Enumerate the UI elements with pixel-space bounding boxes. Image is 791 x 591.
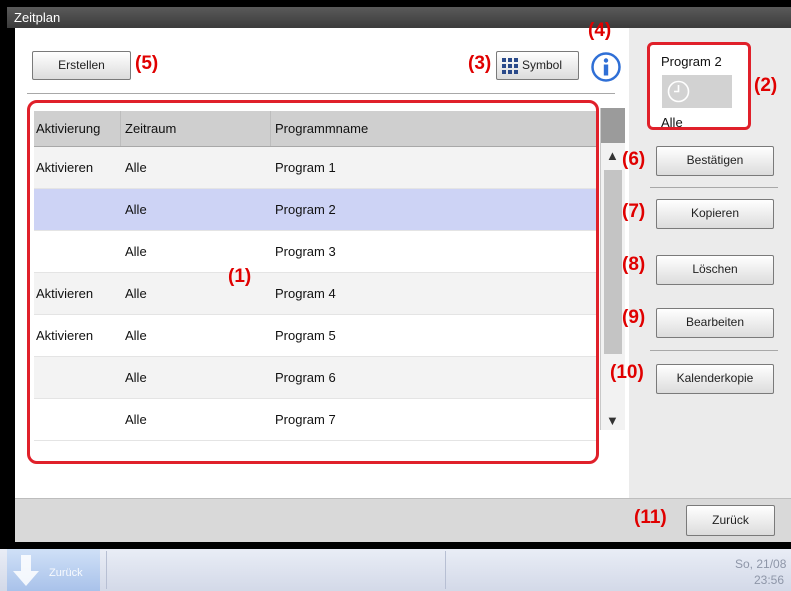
callout-2: (2)	[754, 75, 778, 96]
callout-7: (7)	[622, 201, 646, 222]
button-divider	[650, 350, 778, 351]
callout-6: (6)	[622, 149, 646, 170]
grid-icon	[502, 58, 518, 74]
row-activation: Aktivieren	[36, 328, 94, 343]
symbol-button[interactable]: Symbol	[496, 51, 579, 80]
row-period: Alle	[125, 370, 147, 385]
column-divider	[270, 111, 271, 146]
row-period: Alle	[125, 286, 147, 301]
table-header: Aktivierung Zeitraum Programmname	[34, 111, 596, 147]
row-activation: Aktivieren	[36, 286, 94, 301]
table-row[interactable]: Alle Program 6	[34, 357, 596, 399]
window-title: Zeitplan	[14, 10, 61, 25]
column-header-name: Programmname	[275, 121, 369, 136]
row-period: Alle	[125, 412, 147, 427]
callout-9: (9)	[622, 307, 646, 328]
edit-button[interactable]: Bearbeiten	[656, 308, 774, 338]
selected-program-info: Program 2 Alle	[647, 42, 751, 130]
taskbar-divider	[445, 551, 446, 589]
system-taskbar	[0, 549, 791, 591]
callout-1: (1)	[228, 266, 252, 287]
row-period: Alle	[125, 244, 147, 259]
row-name: Program 3	[275, 244, 336, 259]
program-icon-box	[662, 75, 732, 108]
scroll-down-icon[interactable]: ▼	[606, 413, 619, 428]
symbol-label: Symbol	[522, 58, 563, 72]
taskbar-divider	[106, 551, 107, 589]
table-row[interactable]: Aktivieren Alle Program 1	[34, 147, 596, 189]
callout-3: (3)	[468, 53, 492, 74]
callout-10: (10)	[610, 362, 644, 383]
callout-8: (8)	[622, 254, 646, 275]
table-row[interactable]: Alle Program 7	[34, 399, 596, 441]
scroll-up-icon[interactable]: ▲	[606, 148, 619, 163]
toolbar-divider	[27, 93, 615, 94]
table-row[interactable]: Aktivieren Alle Program 5	[34, 315, 596, 357]
taskbar-date: So, 21/08	[735, 557, 787, 571]
clock-icon	[667, 80, 690, 103]
scrollbar-header-cap	[601, 108, 625, 143]
program-table-highlight: Aktivierung Zeitraum Programmname Aktivi…	[27, 100, 599, 464]
taskbar-back-label: Zurück	[49, 567, 83, 579]
scrollbar-thumb[interactable]	[604, 170, 622, 354]
row-period: Alle	[125, 202, 147, 217]
table-row[interactable]: Aktivieren Alle Program 4	[34, 273, 596, 315]
column-divider	[120, 111, 121, 146]
back-button[interactable]: Zurück	[686, 505, 775, 536]
row-period: Alle	[125, 328, 147, 343]
delete-button[interactable]: Löschen	[656, 255, 774, 285]
info-program-name: Program 2	[661, 54, 722, 69]
bottom-bar	[15, 498, 791, 542]
row-activation: Aktivieren	[36, 160, 94, 175]
info-period: Alle	[661, 115, 683, 130]
callout-5: (5)	[135, 53, 159, 74]
taskbar-back-button[interactable]: Zurück	[7, 549, 100, 591]
taskbar-time: 23:56	[754, 573, 785, 587]
program-table: Aktivierung Zeitraum Programmname Aktivi…	[34, 111, 596, 441]
calendar-copy-button[interactable]: Kalenderkopie	[656, 364, 774, 394]
row-name: Program 1	[275, 160, 336, 175]
row-name: Program 7	[275, 412, 336, 427]
down-arrow-icon	[13, 555, 39, 586]
row-name: Program 5	[275, 328, 336, 343]
row-name: Program 2	[275, 202, 336, 217]
row-period: Alle	[125, 160, 147, 175]
confirm-button[interactable]: Bestätigen	[656, 146, 774, 176]
row-name: Program 6	[275, 370, 336, 385]
callout-4: (4)	[588, 20, 612, 41]
column-header-period: Zeitraum	[125, 121, 177, 136]
create-button[interactable]: Erstellen	[32, 51, 131, 80]
row-name: Program 4	[275, 286, 336, 301]
table-row-selected[interactable]: Alle Program 2	[34, 189, 596, 231]
column-header-activation: Aktivierung	[36, 121, 101, 136]
button-divider	[650, 187, 778, 188]
callout-11: (11)	[634, 507, 667, 528]
title-bar: Zeitplan	[7, 7, 791, 28]
info-icon[interactable]	[591, 52, 621, 82]
copy-button[interactable]: Kopieren	[656, 199, 774, 229]
table-row[interactable]: Alle Program 3	[34, 231, 596, 273]
